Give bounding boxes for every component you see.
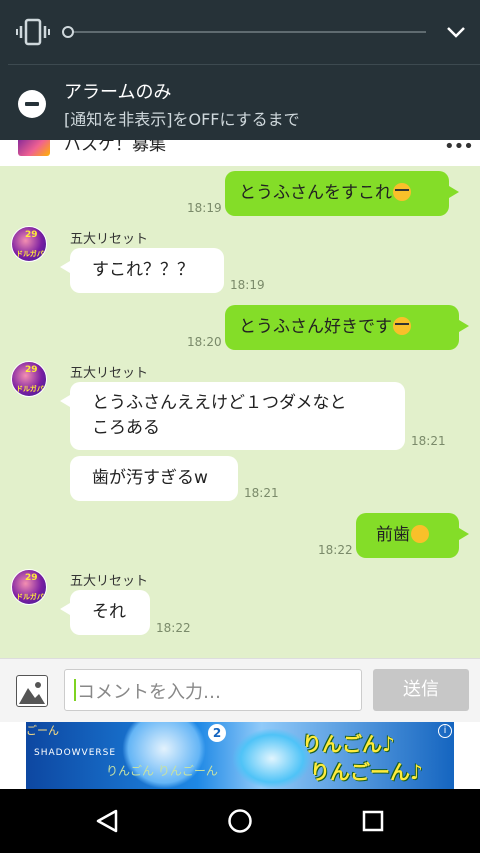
sender-name: 五大リセット: [70, 574, 149, 589]
avatar[interactable]: 29 ドルガバ: [11, 569, 47, 605]
bubble-tail: [60, 603, 70, 615]
avatar[interactable]: 29 ドルガバ: [11, 226, 47, 262]
shade-divider: [8, 64, 480, 65]
message-time: 18:21: [244, 486, 279, 500]
sender-name: 五大リセット: [70, 366, 149, 381]
message-time: 18:22: [318, 543, 353, 557]
volume-slider-thumb[interactable]: [62, 26, 74, 38]
message-time: 18:20: [187, 335, 222, 349]
my-message-bubble[interactable]: とうふさんをすこれ: [225, 171, 449, 216]
ad-corner-text: ごーん: [26, 724, 59, 737]
dnd-mode-title[interactable]: アラームのみ: [64, 78, 171, 104]
message-time: 18:21: [411, 434, 446, 448]
message-text-line1: とうふさんええけど１つダメなと: [92, 393, 347, 413]
message-time: 18:19: [230, 278, 265, 292]
message-time: 18:19: [187, 201, 222, 215]
chat-area[interactable]: とうふさんをすこれ 18:19 29 ドルガバ 五大リセット すこれ？？？ 18…: [0, 166, 480, 658]
text-caret: [74, 679, 76, 701]
avatar-caption: ドルガバ: [16, 385, 44, 393]
avatar-caption: ドルガバ: [16, 250, 44, 258]
their-message-bubble[interactable]: すこれ？？？: [70, 248, 224, 293]
notification-shade: アラームのみ [通知を非表示]をOFFにするまで: [0, 0, 480, 140]
do-not-disturb-icon: [18, 90, 46, 118]
message-time: 18:22: [156, 621, 191, 635]
ad-headline: りんごーん♪: [310, 760, 423, 784]
comment-input-bar: コメントを入力… 送信: [0, 658, 480, 722]
message-text: とうふさん好きです: [239, 317, 392, 337]
ad-small-text: りんごん りんごーん: [106, 764, 218, 778]
back-icon[interactable]: [94, 808, 120, 834]
their-message-bubble[interactable]: それ: [70, 590, 150, 635]
my-message-bubble[interactable]: 前歯: [356, 513, 459, 558]
image-icon: [19, 682, 45, 704]
bubble-tail: [449, 186, 459, 198]
avatar-caption: ドルガバ: [16, 593, 44, 601]
home-icon[interactable]: [227, 808, 253, 834]
nerd-face-icon: [393, 183, 411, 201]
message-text: 歯が汚すぎるw: [92, 468, 208, 488]
message-text: すこれ？？？: [92, 260, 194, 280]
rofl-face-icon: [411, 525, 429, 543]
bubble-tail: [60, 261, 70, 273]
ad-brand-logo: SHADOWVERSE: [34, 748, 117, 758]
send-button[interactable]: 送信: [373, 669, 469, 711]
ad-headline: りんごん♪: [302, 732, 395, 756]
ad-info-icon[interactable]: i: [438, 724, 452, 738]
glasses-face-icon: [393, 317, 411, 335]
recents-icon[interactable]: [361, 809, 385, 833]
avatar-number: 29: [25, 230, 38, 240]
avatar-number: 29: [25, 365, 38, 375]
bubble-tail: [459, 320, 469, 332]
their-message-bubble[interactable]: とうふさんええけど１つダメなと ころある: [70, 382, 405, 450]
ad-banner[interactable]: ごーん SHADOWVERSE りんごん りんごーん 2 りんごん♪ りんごーん…: [26, 722, 454, 789]
their-message-bubble[interactable]: 歯が汚すぎるw: [70, 456, 238, 501]
dnd-mode-subtitle[interactable]: [通知を非表示]をOFFにするまで: [64, 106, 300, 130]
system-navigation-bar: [0, 789, 480, 853]
image-attach-button[interactable]: [16, 675, 48, 707]
avatar-number: 29: [25, 573, 38, 583]
bubble-tail: [60, 395, 70, 407]
chevron-down-icon[interactable]: [444, 22, 468, 42]
vibrate-icon[interactable]: [16, 18, 50, 46]
volume-slider-track[interactable]: [68, 31, 426, 33]
comment-input[interactable]: コメントを入力…: [64, 669, 362, 711]
ad-badge: 2: [208, 724, 226, 742]
ad-character-image: [232, 728, 312, 789]
comment-placeholder: コメントを入力…: [77, 682, 221, 703]
avatar[interactable]: 29 ドルガバ: [11, 361, 47, 397]
message-text: 前歯: [376, 525, 410, 545]
message-text-line2: ころある: [92, 418, 160, 438]
my-message-bubble[interactable]: とうふさん好きです: [225, 305, 459, 350]
sender-name: 五大リセット: [70, 232, 149, 247]
message-text: とうふさんをすこれ: [239, 183, 392, 203]
message-text: それ: [92, 602, 126, 622]
bubble-tail: [459, 528, 469, 540]
